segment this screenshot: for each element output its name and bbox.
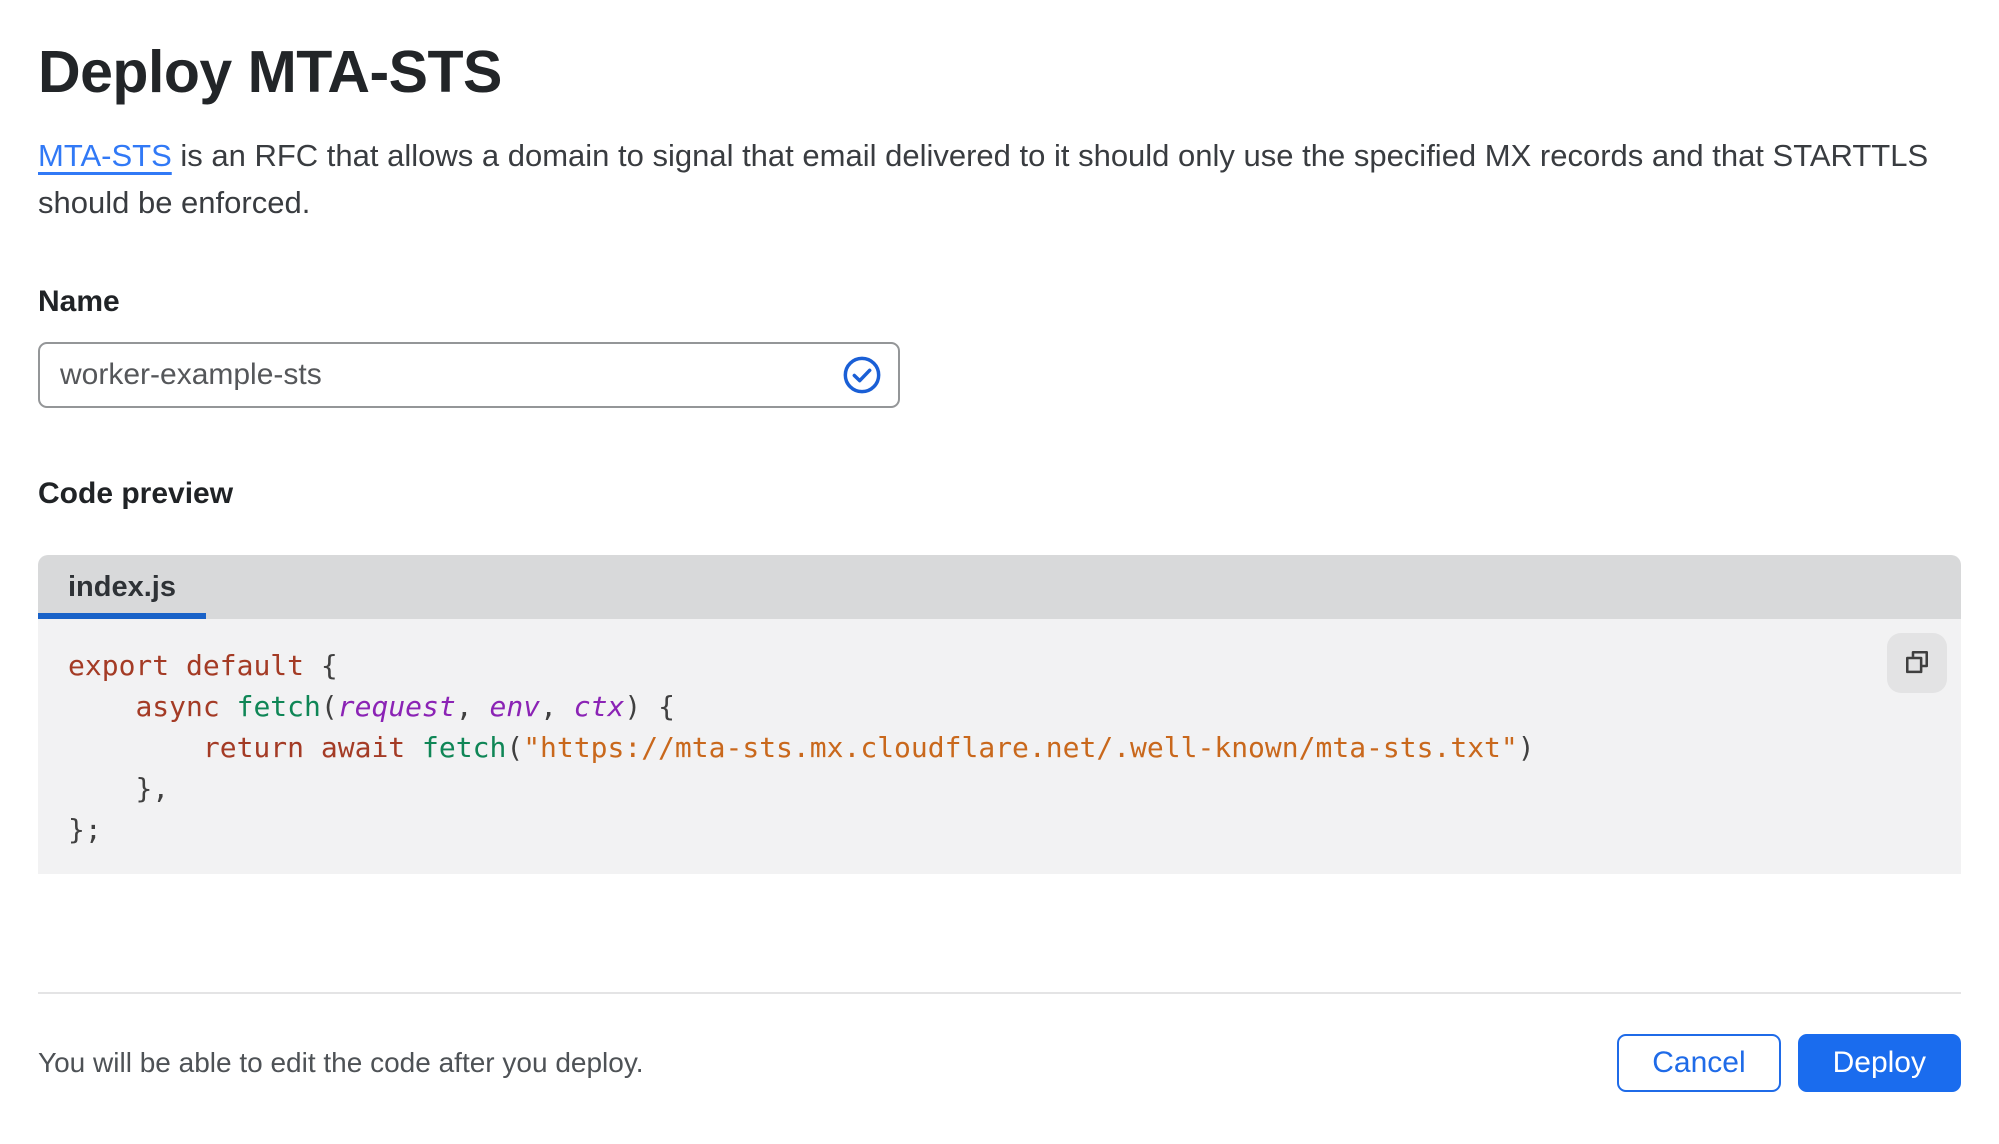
mta-sts-link[interactable]: MTA-STS	[38, 138, 172, 173]
name-input[interactable]	[38, 342, 900, 408]
deploy-mta-sts-page: Deploy MTA-STS MTA-STS is an RFC that al…	[0, 0, 1999, 1144]
code-line: return await fetch("https://mta-sts.mx.c…	[202, 731, 1535, 764]
intro-text: MTA-STS is an RFC that allows a domain t…	[38, 132, 1933, 226]
code-lines: export default { async fetch(request, en…	[68, 645, 1931, 850]
name-input-wrap	[38, 342, 900, 408]
code-tabbar: index.js	[38, 555, 1961, 619]
tab-index-js-label: index.js	[68, 570, 176, 603]
footer-actions: Cancel Deploy	[1617, 1034, 1961, 1092]
tab-index-js[interactable]: index.js	[38, 555, 206, 619]
code-line: export default {	[68, 649, 338, 682]
footer: You will be able to edit the code after …	[38, 1002, 1961, 1144]
code-line: };	[68, 813, 102, 846]
footer-note: You will be able to edit the code after …	[38, 1047, 644, 1078]
code-preview-label: Code preview	[38, 477, 234, 510]
cancel-button[interactable]: Cancel	[1617, 1034, 1781, 1092]
name-label: Name	[38, 285, 120, 318]
footer-divider	[38, 992, 1961, 994]
copy-icon	[1901, 646, 1933, 681]
check-circle-icon	[842, 355, 882, 395]
page-title: Deploy MTA-STS	[38, 39, 502, 105]
code-line: async fetch(request, env, ctx) {	[135, 690, 675, 723]
intro-text-body: is an RFC that allows a domain to signal…	[38, 138, 1929, 220]
deploy-button[interactable]: Deploy	[1797, 1034, 1961, 1092]
code-line: },	[135, 772, 170, 805]
code-block: export default { async fetch(request, en…	[38, 619, 1961, 874]
copy-code-button[interactable]	[1887, 633, 1947, 693]
